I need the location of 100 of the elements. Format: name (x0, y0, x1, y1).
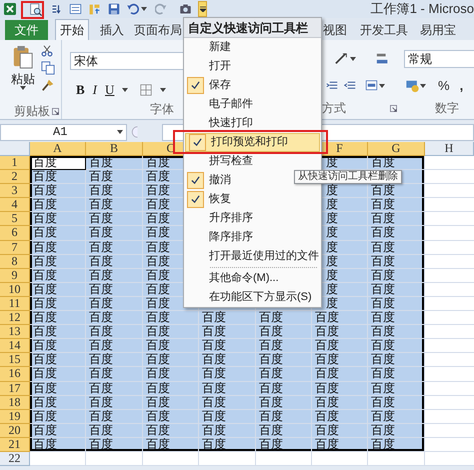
table-cell: 百度 (256, 325, 312, 340)
table-cell: 百度 (86, 254, 143, 269)
table-cell: 百度 (368, 254, 425, 269)
table-cell: 百度 (312, 311, 368, 326)
menu-item-label: 电子邮件 (209, 97, 253, 112)
menu-item-label: 保存 (209, 78, 231, 94)
table-cell: 百度 (199, 396, 256, 410)
table-cell: 百度 (256, 396, 312, 410)
table-cell: 百度 (312, 325, 368, 340)
table-cell: 百度 (368, 367, 425, 382)
table-cell: 百度 (256, 382, 312, 396)
menu-item-label: 恢复 (209, 192, 231, 208)
table-cell: 百度 (30, 424, 86, 438)
menu-item-label: 快速打印 (209, 116, 253, 132)
menu-item-label: 打印预览和打印 (211, 135, 288, 150)
table-cell: 百度 (86, 226, 143, 241)
table-cell: 百度 (30, 156, 86, 170)
table-cell: 百度 (312, 396, 368, 410)
table-cell: 百度 (368, 339, 425, 354)
table-cell: 百度 (256, 339, 312, 354)
table-cell: 百度 (368, 226, 425, 241)
table-cell: 百度 (368, 424, 425, 438)
table-cell: 百度 (312, 438, 368, 452)
table-cell: 百度 (199, 438, 256, 452)
table-cell: 百度 (86, 240, 143, 255)
table-cell: 百度 (30, 438, 86, 452)
table-cell: 百度 (368, 268, 425, 283)
table-cell: 百度 (368, 311, 425, 326)
table-cell: 百度 (199, 424, 256, 438)
table-cell: 百度 (143, 424, 199, 438)
window-title: 工作簿1 - Microso (370, 0, 474, 18)
menu-item-label: 撤消 (209, 173, 231, 188)
table-cell: 百度 (368, 438, 425, 452)
table-cell: 百度 (30, 268, 86, 283)
table-cell: 百度 (256, 438, 312, 452)
table-cell: 百度 (86, 268, 143, 283)
table-cell: 百度 (86, 339, 143, 354)
table-cell: 百度 (86, 424, 143, 438)
table-cell: 百度 (143, 325, 199, 340)
table-cell: 百度 (256, 353, 312, 368)
table-cell: 百度 (199, 410, 256, 424)
table-cell: 百度 (143, 367, 199, 382)
group-label: 剪贴板 (14, 103, 50, 120)
table-cell: 百度 (312, 367, 368, 382)
table-cell: 百度 (368, 240, 425, 255)
table-cell: 百度 (143, 339, 199, 354)
table-cell: 百度 (86, 325, 143, 340)
table-cell: 百度 (368, 353, 425, 368)
table-cell: 百度 (86, 296, 143, 312)
table-cell: 百度 (86, 410, 143, 424)
table-cell: 百度 (368, 410, 425, 424)
table-cell: 百度 (30, 382, 86, 396)
table-cell: 百度 (368, 296, 425, 312)
table-cell: 百度 (199, 311, 256, 326)
table-cell: 百度 (368, 156, 425, 170)
table-cell: 百度 (30, 339, 86, 354)
menu-item-label: 拼写检查 (209, 154, 253, 170)
table-cell: 百度 (30, 254, 86, 269)
table-cell: 百度 (256, 410, 312, 424)
table-cell: 百度 (312, 410, 368, 424)
menu-item-label: 降序排序 (209, 230, 253, 246)
group-label: 字体 (150, 100, 174, 118)
table-cell: 百度 (30, 410, 86, 424)
table-cell: 百度 (30, 198, 86, 212)
group-label: 方式 (322, 100, 346, 117)
table-cell: 百度 (86, 212, 143, 226)
table-cell: 百度 (30, 184, 86, 198)
table-cell: 百度 (312, 353, 368, 368)
table-cell: 百度 (30, 311, 86, 326)
table-cell: 百度 (312, 424, 368, 438)
table-cell: 百度 (30, 396, 86, 410)
table-cell: 百度 (256, 311, 312, 326)
table-cell: 百度 (86, 353, 143, 368)
menu-title: 自定义快速访问工具栏 (184, 18, 321, 38)
table-cell: 百度 (86, 438, 143, 452)
table-cell: 百度 (86, 367, 143, 382)
table-cell: 百度 (199, 339, 256, 354)
table-cell: 百度 (86, 396, 143, 410)
table-cell: 百度 (86, 311, 143, 326)
table-cell: 百度 (256, 367, 312, 382)
table-cell: 百度 (368, 212, 425, 226)
table-cell: 百度 (30, 282, 86, 297)
tooltip: 从快速访问工具栏删除 (294, 170, 402, 184)
table-cell: 百度 (143, 410, 199, 424)
table-cell: 百度 (368, 184, 425, 198)
table-cell: 百度 (199, 325, 256, 340)
table-cell: 百度 (368, 382, 425, 396)
table-cell: 百度 (30, 325, 86, 340)
table-cell: 百度 (86, 382, 143, 396)
table-cell: 百度 (30, 240, 86, 255)
table-cell: 百度 (368, 282, 425, 297)
table-cell: 百度 (143, 382, 199, 396)
table-cell: 百度 (30, 212, 86, 226)
table-cell: 百度 (143, 396, 199, 410)
group-label: 数字 (435, 100, 459, 117)
table-cell: 百度 (199, 367, 256, 382)
table-cell: 百度 (30, 296, 86, 312)
table-cell: 百度 (86, 282, 143, 297)
table-cell: 百度 (368, 198, 425, 212)
table-cell: 百度 (199, 382, 256, 396)
